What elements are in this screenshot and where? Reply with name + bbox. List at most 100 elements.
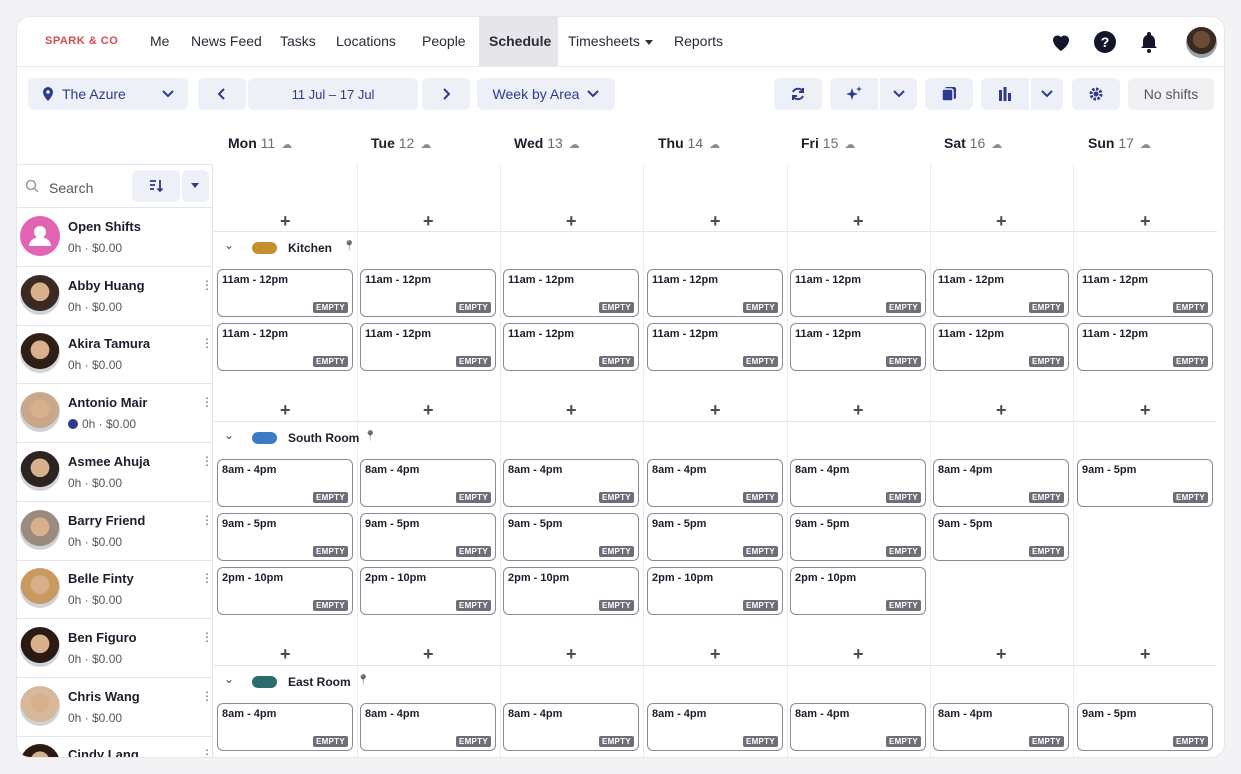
person-row[interactable]: Abby Huang 0h · $0.00 ⋮	[17, 267, 213, 326]
prev-week-button[interactable]	[198, 78, 246, 110]
auto-schedule-dropdown[interactable]	[880, 78, 917, 110]
shift-card[interactable]: 11am - 12pm EMPTY	[790, 323, 926, 371]
more-menu-icon[interactable]: ⋮	[201, 336, 213, 350]
publish-button[interactable]: No shifts	[1128, 78, 1214, 110]
day-header-sun[interactable]: Sun 17 ☁	[1088, 135, 1151, 151]
person-row[interactable]: Barry Friend 0h · $0.00 ⋮	[17, 502, 213, 561]
shift-card[interactable]: 8am - 4pm EMPTY	[933, 459, 1069, 507]
area-header[interactable]: ⌄ East Room 📍	[214, 666, 1217, 698]
shift-card[interactable]: 11am - 12pm EMPTY	[360, 323, 496, 371]
shift-card[interactable]: 11am - 12pm EMPTY	[790, 269, 926, 317]
nav-reports[interactable]: Reports	[664, 17, 733, 66]
add-shift-button[interactable]: +	[996, 401, 1007, 419]
add-shift-button[interactable]: +	[710, 401, 721, 419]
day-header-wed[interactable]: Wed 13 ☁	[514, 135, 580, 151]
shift-card[interactable]: 8am - 4pm EMPTY	[360, 459, 496, 507]
stats-dropdown[interactable]	[1031, 78, 1063, 110]
add-shift-button[interactable]: +	[710, 645, 721, 663]
copy-button[interactable]	[925, 78, 973, 110]
add-shift-button[interactable]: +	[996, 212, 1007, 230]
shift-card[interactable]: 8am - 4pm EMPTY	[790, 703, 926, 751]
shift-card[interactable]: 11am - 12pm EMPTY	[933, 269, 1069, 317]
nav-tasks[interactable]: Tasks	[270, 17, 326, 66]
shift-card[interactable]: 11am - 12pm EMPTY	[1077, 323, 1213, 371]
stats-button[interactable]	[981, 78, 1029, 110]
shift-card[interactable]: 9am - 5pm EMPTY	[790, 513, 926, 561]
day-header-thu[interactable]: Thu 14 ☁	[658, 135, 720, 151]
nav-news-feed[interactable]: News Feed	[181, 17, 272, 66]
add-shift-button[interactable]: +	[423, 645, 434, 663]
bell-icon[interactable]	[1137, 30, 1161, 54]
more-menu-icon[interactable]: ⋮	[201, 395, 213, 409]
shift-card[interactable]: 11am - 12pm EMPTY	[1077, 269, 1213, 317]
shift-card[interactable]: 9am - 5pm EMPTY	[1077, 459, 1213, 507]
nav-people[interactable]: People	[412, 17, 476, 66]
shift-card[interactable]: 8am - 4pm EMPTY	[647, 459, 783, 507]
shift-card[interactable]: 11am - 12pm EMPTY	[217, 269, 353, 317]
add-shift-button[interactable]: +	[1140, 645, 1151, 663]
add-shift-button[interactable]: +	[1140, 212, 1151, 230]
search-input[interactable]: Search	[49, 180, 93, 196]
add-shift-button[interactable]: +	[280, 645, 291, 663]
heart-icon[interactable]	[1049, 30, 1073, 54]
chevron-down-icon[interactable]: ⌄	[224, 428, 234, 442]
chevron-down-icon[interactable]: ⌄	[224, 238, 234, 252]
day-header-fri[interactable]: Fri 15 ☁	[801, 135, 855, 151]
shift-card[interactable]: 11am - 12pm EMPTY	[647, 269, 783, 317]
day-header-tue[interactable]: Tue 12 ☁	[371, 135, 431, 151]
more-menu-icon[interactable]: ⋮	[201, 689, 213, 703]
add-shift-button[interactable]: +	[710, 212, 721, 230]
shift-card[interactable]: 2pm - 10pm EMPTY	[647, 567, 783, 615]
day-header-mon[interactable]: Mon 11 ☁	[228, 135, 292, 151]
shift-card[interactable]: 11am - 12pm EMPTY	[360, 269, 496, 317]
shift-card[interactable]: 8am - 4pm EMPTY	[503, 459, 639, 507]
shift-card[interactable]: 8am - 4pm EMPTY	[647, 703, 783, 751]
area-header[interactable]: ⌄ South Room 📍	[214, 422, 1217, 454]
nav-locations[interactable]: Locations	[326, 17, 406, 66]
shift-card[interactable]: 8am - 4pm EMPTY	[790, 459, 926, 507]
chevron-down-icon[interactable]: ⌄	[224, 672, 234, 686]
next-week-button[interactable]	[422, 78, 470, 110]
add-shift-button[interactable]: +	[280, 401, 291, 419]
add-shift-button[interactable]: +	[853, 401, 864, 419]
nav-timesheets[interactable]: Timesheets	[558, 17, 663, 66]
shift-card[interactable]: 9am - 5pm EMPTY	[933, 513, 1069, 561]
add-shift-button[interactable]: +	[423, 212, 434, 230]
add-shift-button[interactable]: +	[853, 212, 864, 230]
day-header-sat[interactable]: Sat 16 ☁	[944, 135, 1002, 151]
user-avatar[interactable]	[1186, 27, 1217, 58]
shift-card[interactable]: 9am - 5pm EMPTY	[1077, 703, 1213, 751]
more-menu-icon[interactable]: ⋮	[201, 747, 213, 757]
sort-dropdown[interactable]	[182, 170, 209, 202]
add-shift-button[interactable]: +	[853, 645, 864, 663]
add-shift-button[interactable]: +	[566, 645, 577, 663]
shift-card[interactable]: 11am - 12pm EMPTY	[647, 323, 783, 371]
more-menu-icon[interactable]: ⋮	[201, 278, 213, 292]
nav-schedule[interactable]: Schedule	[479, 17, 558, 66]
person-row[interactable]: Belle Finty 0h · $0.00 ⋮	[17, 560, 213, 620]
shift-card[interactable]: 2pm - 10pm EMPTY	[790, 567, 926, 615]
shift-card[interactable]: 9am - 5pm EMPTY	[503, 513, 639, 561]
add-shift-button[interactable]: +	[423, 401, 434, 419]
location-select[interactable]: The Azure	[28, 78, 188, 110]
shift-card[interactable]: 8am - 4pm EMPTY	[503, 703, 639, 751]
shift-card[interactable]: 11am - 12pm EMPTY	[217, 323, 353, 371]
shift-card[interactable]: 2pm - 10pm EMPTY	[360, 567, 496, 615]
brand-logo[interactable]: SPARK & CO	[45, 35, 118, 47]
refresh-button[interactable]	[774, 78, 822, 110]
shift-card[interactable]: 9am - 5pm EMPTY	[360, 513, 496, 561]
more-menu-icon[interactable]: ⋮	[201, 571, 213, 585]
add-shift-button[interactable]: +	[280, 212, 291, 230]
add-shift-button[interactable]: +	[996, 645, 1007, 663]
sort-button[interactable]	[132, 170, 180, 202]
settings-button[interactable]	[1072, 78, 1120, 110]
more-menu-icon[interactable]: ⋮	[201, 630, 213, 644]
shift-card[interactable]: 8am - 4pm EMPTY	[933, 703, 1069, 751]
person-row[interactable]: Open Shifts 0h · $0.00	[17, 208, 213, 267]
more-menu-icon[interactable]: ⋮	[201, 513, 213, 527]
auto-schedule-button[interactable]	[830, 78, 878, 110]
shift-card[interactable]: 11am - 12pm EMPTY	[503, 269, 639, 317]
person-row[interactable]: Chris Wang 0h · $0.00 ⋮	[17, 678, 213, 737]
shift-card[interactable]: 8am - 4pm EMPTY	[360, 703, 496, 751]
shift-card[interactable]: 11am - 12pm EMPTY	[503, 323, 639, 371]
